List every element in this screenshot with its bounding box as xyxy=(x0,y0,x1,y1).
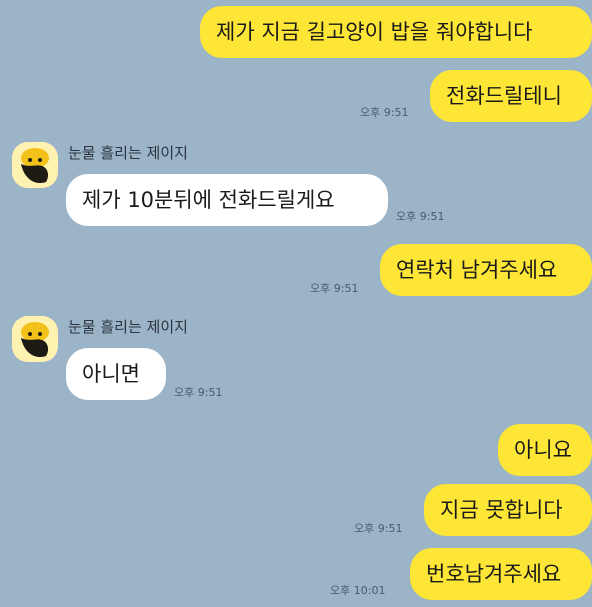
incoming-message-bubble[interactable]: 아니면 xyxy=(66,348,166,400)
message-time: 오후 10:01 xyxy=(330,584,386,597)
message-text: 번호남겨주세요 xyxy=(426,561,562,586)
outgoing-message-bubble[interactable]: 번호남겨주세요 xyxy=(410,548,592,600)
outgoing-message-bubble[interactable]: 지금 못합니다 xyxy=(424,484,592,536)
chat-area[interactable]: 제가 지금 길고양이 밥을 줘야합니다 오후 9:51 전화드릴테니 눈물 흘리… xyxy=(0,0,592,607)
message-text: 아니요 xyxy=(514,437,572,462)
avatar-image xyxy=(12,142,58,188)
message-time: 오후 9:51 xyxy=(310,282,359,295)
message-time: 오후 9:51 xyxy=(354,522,403,535)
message-text: 연락처 남겨주세요 xyxy=(396,257,558,282)
avatar-image xyxy=(12,316,58,362)
outgoing-message-bubble[interactable]: 연락처 남겨주세요 xyxy=(380,244,592,296)
sender-name: 눈물 흘리는 제이지 xyxy=(68,318,188,336)
incoming-message-bubble[interactable]: 제가 10분뒤에 전화드릴게요 xyxy=(66,174,388,226)
outgoing-message-bubble[interactable]: 제가 지금 길고양이 밥을 줘야합니다 xyxy=(200,6,592,58)
message-text: 지금 못합니다 xyxy=(440,497,563,522)
message-time: 오후 9:51 xyxy=(396,210,445,223)
message-text: 전화드릴테니 xyxy=(446,83,562,108)
sender-name: 눈물 흘리는 제이지 xyxy=(68,144,188,162)
avatar[interactable] xyxy=(12,316,58,362)
message-text: 제가 10분뒤에 전화드릴게요 xyxy=(82,187,335,212)
outgoing-message-bubble[interactable]: 전화드릴테니 xyxy=(430,70,592,122)
message-time: 오후 9:51 xyxy=(360,106,409,119)
message-text: 아니면 xyxy=(82,361,140,386)
outgoing-message-bubble[interactable]: 아니요 xyxy=(498,424,592,476)
message-time: 오후 9:51 xyxy=(174,386,223,399)
message-text: 제가 지금 길고양이 밥을 줘야합니다 xyxy=(216,19,533,44)
avatar[interactable] xyxy=(12,142,58,188)
